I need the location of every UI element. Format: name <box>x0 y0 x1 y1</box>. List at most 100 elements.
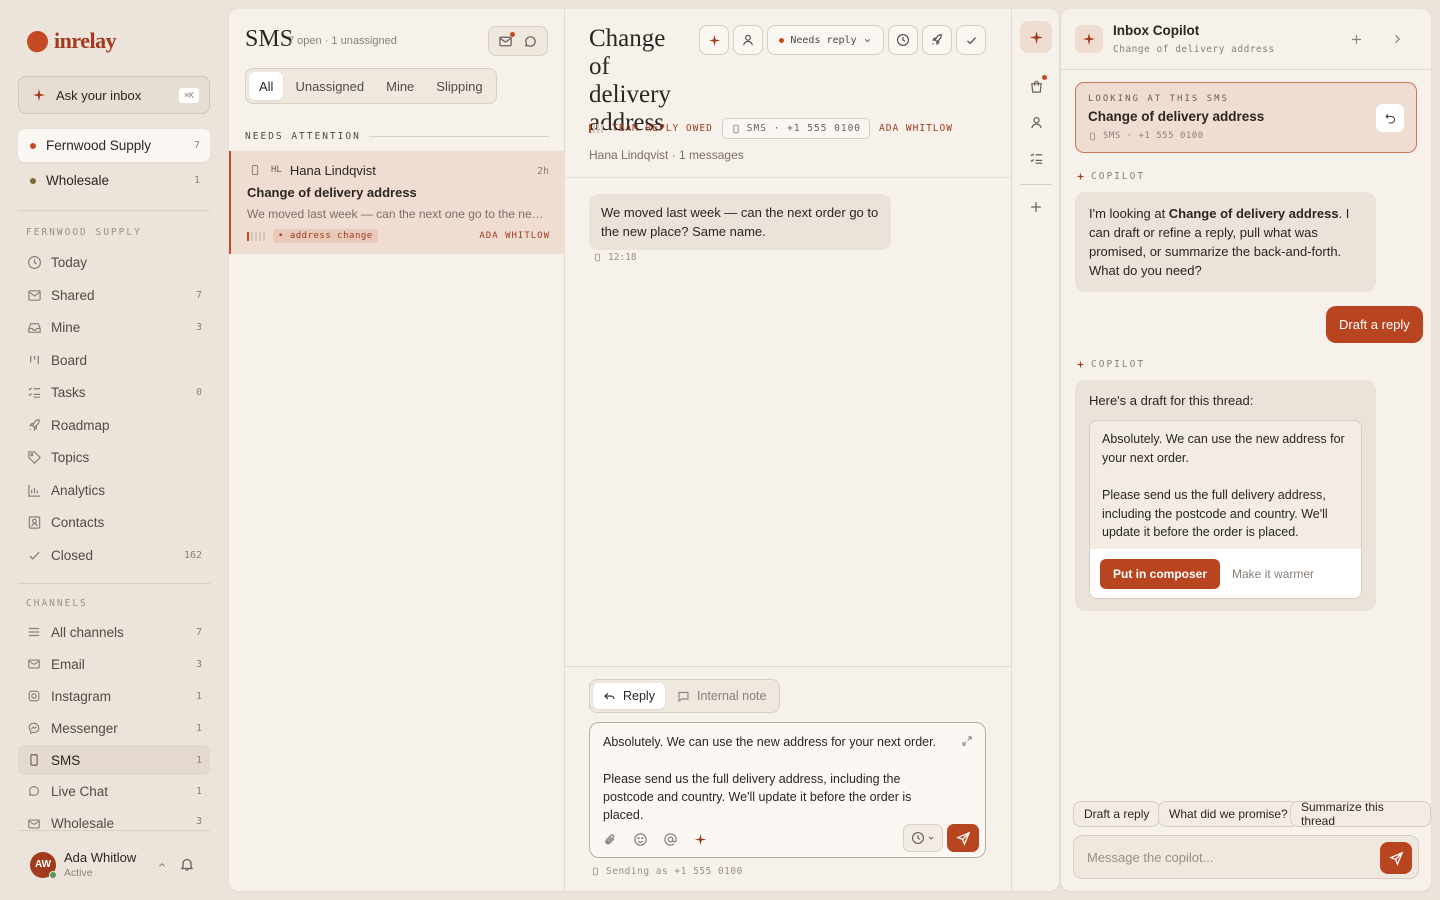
mail-icon <box>26 656 42 672</box>
reset-context-button[interactable] <box>1376 104 1404 132</box>
bell-icon[interactable] <box>179 856 195 872</box>
copilot-send-button[interactable] <box>1380 842 1412 874</box>
channel-sms[interactable]: SMS 1 <box>18 745 210 775</box>
send-button[interactable] <box>947 824 979 852</box>
topic-tag[interactable]: • address change <box>273 229 378 243</box>
attachment-icon[interactable] <box>602 831 618 847</box>
suggestion-what-promised[interactable]: What did we promise? <box>1158 801 1299 827</box>
channel-chip[interactable]: SMS · +1 555 0100 <box>721 118 871 139</box>
tab-reply[interactable]: Reply <box>593 683 665 709</box>
copilot-label-text: COPILOT <box>1091 171 1146 182</box>
mention-icon[interactable] <box>662 831 678 847</box>
rail-orders-button[interactable] <box>1020 70 1052 102</box>
nav-closed[interactable]: Closed 162 <box>18 540 210 570</box>
workspace-wholesale[interactable]: Wholesale 1 <box>18 164 210 197</box>
escalate-button[interactable] <box>922 25 952 55</box>
nav-tasks[interactable]: Tasks 0 <box>18 377 210 407</box>
user-menu[interactable]: AW Ada Whitlow Active <box>30 850 170 879</box>
put-in-composer-button[interactable]: Put in composer <box>1100 558 1221 589</box>
ask-inbox-button[interactable]: Ask your inbox ⌘K <box>18 76 210 114</box>
emoji-icon[interactable] <box>632 831 648 847</box>
make-warmer-button[interactable]: Make it warmer <box>1232 567 1314 581</box>
channel-live-chat[interactable]: Live Chat 1 <box>18 776 210 806</box>
channel-chip-label: SMS · +1 555 0100 <box>746 123 862 134</box>
tab-internal-note[interactable]: Internal note <box>667 683 777 709</box>
expand-icon[interactable] <box>959 733 975 749</box>
copilot-label-text: COPILOT <box>1091 359 1146 370</box>
list-actions <box>488 26 548 56</box>
divider <box>18 583 210 584</box>
card-sender: HL Hana Lindqvist <box>247 162 376 178</box>
composer-text[interactable]: Absolutely. We can use the new address f… <box>603 733 953 824</box>
filter-slipping[interactable]: Slipping <box>426 72 492 100</box>
context-title: Change of delivery address <box>1088 109 1265 124</box>
nav-shared[interactable]: Shared 7 <box>18 280 210 310</box>
nav-count: 7 <box>195 289 202 301</box>
status-dropdown[interactable]: Needs reply <box>767 25 884 55</box>
ai-button[interactable] <box>699 25 729 55</box>
nav-label: Shared <box>51 287 95 303</box>
reply-mode-tabs: Reply Internal note <box>589 679 781 713</box>
channel-messenger[interactable]: Messenger 1 <box>18 713 210 743</box>
new-chat-icon[interactable] <box>1348 31 1364 47</box>
snooze-button[interactable] <box>888 25 918 55</box>
chevron-down-icon <box>928 836 934 840</box>
resolve-button[interactable] <box>956 25 986 55</box>
filter-all[interactable]: All <box>249 72 284 100</box>
nav-roadmap[interactable]: Roadmap <box>18 410 210 440</box>
rail-tasks-button[interactable] <box>1020 142 1052 174</box>
nav-board[interactable]: Board <box>18 345 210 375</box>
suggestion-draft-reply[interactable]: Draft a reply <box>1073 801 1161 827</box>
check-icon <box>26 547 42 563</box>
nav-mine[interactable]: Mine 3 <box>18 312 210 342</box>
section-label: NEEDS ATTENTION <box>245 131 361 142</box>
nav-count: 1 <box>195 690 202 702</box>
channel-wholesale[interactable]: Wholesale 3 <box>18 808 210 830</box>
conversation-card[interactable]: HL Hana Lindqvist 2h Change of delivery … <box>229 151 565 254</box>
copilot-input[interactable]: Message the copilot... <box>1073 835 1419 879</box>
nav-today[interactable]: Today <box>18 247 210 277</box>
nav-contacts[interactable]: Contacts <box>18 507 210 537</box>
schedule-send-button[interactable] <box>903 824 943 852</box>
shopping-bag-icon <box>1030 80 1042 93</box>
sidebar: inrelay Ask your inbox ⌘K Fernwood Suppl… <box>0 0 228 900</box>
nav-analytics[interactable]: Analytics <box>18 475 210 505</box>
reply-composer[interactable]: Absolutely. We can use the new address f… <box>589 722 986 858</box>
main-panel: SMS 7 open · 1 unassigned All Unassigned… <box>229 9 1059 891</box>
divider <box>18 830 210 831</box>
workspace-fernwood-supply[interactable]: Fernwood Supply 7 <box>18 129 210 162</box>
rail-contact-button[interactable] <box>1020 106 1052 138</box>
phone-icon <box>1090 132 1095 140</box>
sparkle-icon <box>1082 32 1096 46</box>
rail-add-button[interactable] <box>1020 191 1052 223</box>
rail-copilot-button[interactable] <box>1020 21 1052 53</box>
composer-tools <box>602 831 708 847</box>
user-name: Ada Whitlow <box>64 850 137 865</box>
logo[interactable]: inrelay <box>24 27 117 55</box>
draft-text: Absolutely. We can use the new address f… <box>1102 430 1347 542</box>
note-icon <box>678 691 689 702</box>
reply-arrow-icon <box>604 692 615 699</box>
channel-email[interactable]: Email 3 <box>18 649 210 679</box>
chat-bubble-icon[interactable] <box>523 33 539 49</box>
collapse-chevron-icon[interactable] <box>1389 31 1405 47</box>
channel-instagram[interactable]: Instagram 1 <box>18 681 210 711</box>
filter-mine[interactable]: Mine <box>376 72 424 100</box>
filter-tabs: All Unassigned Mine Slipping <box>245 68 497 104</box>
filter-unassigned[interactable]: Unassigned <box>285 72 374 100</box>
channel-all[interactable]: All channels 7 <box>18 617 210 647</box>
suggestion-summarize[interactable]: Summarize this thread <box>1290 800 1431 828</box>
sparkle-icon[interactable] <box>692 831 708 847</box>
conversation-assignee[interactable]: ADA WHITLOW <box>879 123 953 134</box>
nav-topics[interactable]: Topics <box>18 442 210 472</box>
flag-label: TEAM REPLY OWED <box>612 123 713 134</box>
context-meta: SMS · +1 555 0100 <box>1088 131 1204 141</box>
nav-count: 7 <box>195 626 202 638</box>
phone-icon <box>733 124 739 133</box>
chevron-down-icon <box>864 38 870 42</box>
nav-label: Today <box>51 254 88 270</box>
assign-button[interactable] <box>733 25 763 55</box>
chevron-up-icon[interactable] <box>154 857 170 873</box>
send-icon <box>1388 851 1403 866</box>
nav-label: Wholesale <box>51 816 115 830</box>
